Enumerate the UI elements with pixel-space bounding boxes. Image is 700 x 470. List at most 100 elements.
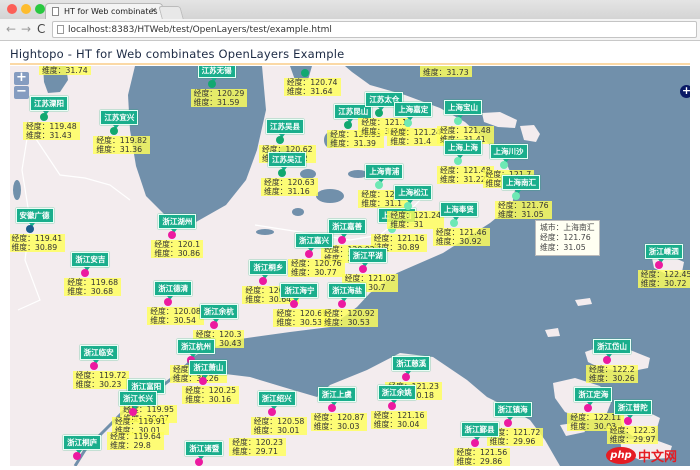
city-name-label[interactable]: 上海奉贤 [439, 201, 478, 221]
city-name-label[interactable]: 浙江德清 [154, 280, 193, 300]
city-dot[interactable] [275, 135, 284, 144]
close-window-button[interactable] [7, 4, 17, 14]
city-name-label[interactable]: 浙江安吉 [71, 251, 110, 271]
city-name-label[interactable]: 浙江杭州 [176, 339, 215, 359]
city-dot[interactable] [470, 439, 479, 448]
city-name-label[interactable]: 浙江普陀 [613, 399, 652, 419]
city-dot[interactable] [654, 260, 663, 269]
city-dot[interactable] [449, 218, 458, 227]
city-name-label[interactable]: 浙江桐庐 [63, 434, 102, 454]
address-bar[interactable]: localhost:8383/HTWeb/test/OpenLayers/tes… [52, 21, 697, 38]
city-name-label[interactable]: 浙江平湖 [348, 247, 387, 267]
city-info-box: 经度：121.76 维度：31.05 [494, 200, 552, 219]
lat-label: 维度： [570, 422, 594, 432]
city-name-label[interactable]: 上海青浦 [365, 164, 404, 184]
city-name-label[interactable]: 浙江定海 [574, 387, 613, 407]
lon-label: 经度： [324, 309, 348, 319]
city-dot[interactable] [278, 169, 287, 177]
city-name-label[interactable]: 浙江海宁 [280, 283, 319, 303]
lat-label: 维度： [11, 243, 35, 253]
city-dot[interactable] [73, 451, 82, 460]
city-info-box: 经度：121.46 维度：30.92 [432, 227, 490, 246]
city-dot[interactable] [511, 191, 520, 200]
city-name-label[interactable]: 浙江海盐 [328, 283, 367, 303]
city-name-label[interactable]: 浙江湖州 [158, 214, 197, 234]
city-name-label[interactable]: 浙江慈溪 [392, 355, 431, 375]
city-dot[interactable] [503, 418, 512, 427]
lat-label: 维度： [154, 249, 178, 259]
city-dot[interactable] [338, 235, 347, 244]
city-name-label[interactable]: 浙江余杭 [199, 303, 238, 323]
city-name-label[interactable]: 浙江岱山 [593, 339, 632, 359]
city-dot[interactable] [358, 264, 367, 273]
city-dot[interactable] [40, 112, 48, 121]
city-dot[interactable] [454, 117, 462, 125]
city-info-box: 经度：122.2 维度：30.26 [586, 365, 638, 384]
city-dot[interactable] [207, 79, 216, 88]
city-dot[interactable] [267, 408, 276, 417]
browser-tab[interactable]: HT for Web combinates Op ✕ [45, 3, 163, 19]
document-icon [52, 7, 59, 16]
city-name-label[interactable]: 江苏吴县 [265, 118, 304, 138]
back-icon[interactable]: ← [6, 22, 16, 36]
city-name-label[interactable]: 浙江镇海 [493, 401, 532, 421]
lat-label: 维度： [42, 66, 66, 76]
city-name-label[interactable]: 浙江萧山 [189, 360, 228, 379]
maximize-window-button[interactable] [35, 4, 45, 14]
lon-label: 经度： [276, 309, 300, 319]
city-dot[interactable] [499, 160, 508, 169]
lon-value: 120.58 [277, 417, 305, 427]
layer-switcher-button[interactable]: + [680, 85, 690, 98]
city-dot[interactable] [300, 69, 309, 78]
city-dot[interactable] [623, 416, 632, 425]
tab-title: HT for Web combinates Op [64, 7, 163, 16]
city-name-label[interactable]: 江苏无锡 [197, 66, 236, 82]
lat-value: 30.77 [314, 268, 337, 278]
close-tab-icon[interactable]: ✕ [150, 6, 157, 15]
city-name-label[interactable]: 浙江嘉兴 [294, 233, 333, 253]
city-name-label[interactable]: 浙江嘉善 [328, 218, 367, 238]
city-name-label[interactable]: 浙江鄞县 [460, 422, 499, 442]
city-dot[interactable] [375, 108, 384, 117]
city-dot[interactable] [209, 320, 218, 329]
lon-value: 122.45 [664, 269, 690, 279]
zoom-out-button[interactable]: − [14, 85, 29, 99]
lon-label: 经度： [185, 386, 209, 395]
city-name-label[interactable]: 浙江桐乡 [249, 260, 288, 280]
city-info-box: 经度：120.87 维度：30.03 [310, 413, 368, 432]
city-name-label[interactable]: 江苏溧阳 [30, 95, 68, 115]
city-name-label[interactable]: 上海宝山 [444, 100, 482, 119]
city-name-label[interactable]: 上海嘉定 [394, 102, 433, 122]
city-name-label[interactable]: 上海松江 [394, 185, 433, 205]
city-name-label[interactable]: 上海上海 [444, 139, 482, 159]
lon-label: 经度： [264, 178, 288, 187]
lat-value: 31.73 [446, 68, 469, 78]
map-view[interactable]: + − + 维度：31.74 维度：31.73 江苏溧阳 经度：119.48 维度：31… [10, 66, 690, 466]
city-dot[interactable] [327, 404, 336, 413]
city-name-label[interactable]: 江苏吴江 [268, 152, 307, 171]
city-name-label[interactable]: 浙江临安 [79, 345, 118, 365]
city-name-label[interactable]: 浙江绍兴 [257, 391, 296, 411]
lat-label: 维度： [67, 286, 91, 296]
city-dot[interactable] [25, 225, 34, 234]
reload-icon[interactable]: C [37, 22, 45, 36]
city-name-label[interactable]: 江苏宜兴 [100, 110, 139, 130]
city-dot[interactable] [387, 401, 396, 410]
city-name-label[interactable]: 浙江余姚 [377, 384, 416, 404]
page-title: Hightopo - HT for Web combinates OpenLay… [10, 47, 345, 61]
lon-label: 经度： [26, 121, 50, 131]
city-dot[interactable] [454, 156, 462, 165]
city-name-label[interactable]: 浙江长兴 [119, 391, 157, 411]
forward-icon[interactable]: → [21, 22, 31, 36]
city-name-label[interactable]: 上海南汇 [501, 174, 540, 194]
minimize-window-button[interactable] [21, 4, 31, 14]
city-name-label[interactable]: 浙江诸暨 [185, 441, 224, 460]
city-name-label[interactable]: 安徽广德 [15, 208, 54, 228]
lon-value: 119.64 [133, 431, 161, 441]
browser-tab-bar: HT for Web combinates Op ✕ [0, 0, 700, 19]
city-info-box: 经度：121.24 维度：31 [387, 211, 444, 230]
new-tab-button[interactable] [158, 6, 184, 19]
city-name-label[interactable]: 浙江嵊泗 [644, 243, 683, 263]
city-name-label[interactable]: 上海川沙 [489, 143, 528, 163]
city-name-label[interactable]: 浙江上虞 [317, 387, 356, 407]
